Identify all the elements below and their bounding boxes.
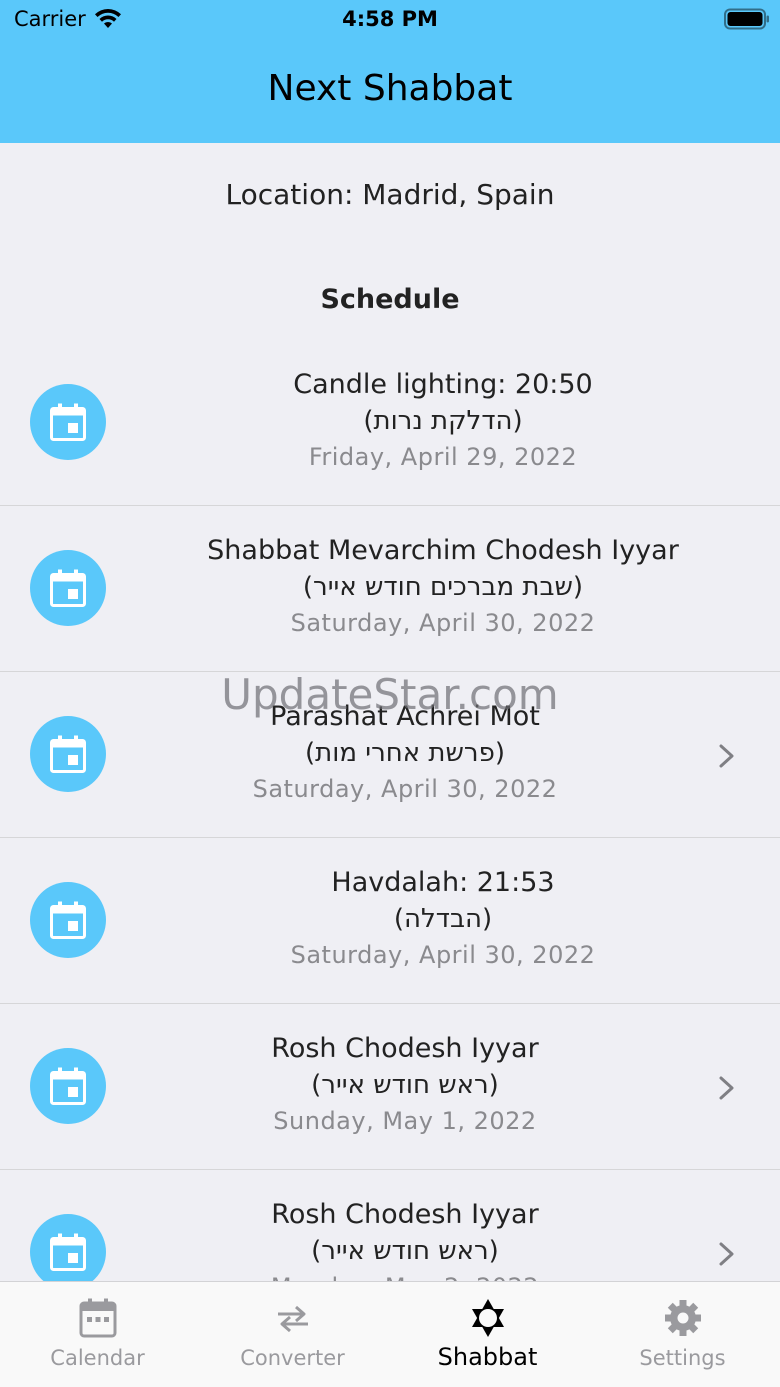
calendar-icon — [30, 1048, 106, 1124]
event-title: Parashat Achrei Mot — [270, 701, 540, 732]
event-title: Candle lighting: 20:50 — [293, 369, 593, 400]
schedule-list[interactable]: Candle lighting: 20:50 (הדלקת נרות) Frid… — [0, 340, 780, 1281]
chevron-right-icon[interactable] — [718, 1075, 736, 1101]
tab-settings[interactable]: Settings — [585, 1282, 780, 1387]
battery-icon — [724, 8, 769, 30]
gear-icon — [665, 1300, 701, 1336]
tab-shabbat[interactable]: Shabbat — [390, 1282, 585, 1387]
event-hebrew-title: (ראש חודש אייר) — [311, 1236, 499, 1266]
event-date: Saturday, April 30, 2022 — [290, 941, 596, 969]
event-title: Shabbat Mevarchim Chodesh Iyyar — [207, 535, 679, 566]
chevron-right-icon[interactable] — [718, 743, 736, 769]
navigation-header: Carrier 4:58 PM Next Shabbat — [0, 0, 780, 143]
event-hebrew-title: (שבת מברכים חודש אייר) — [302, 572, 584, 602]
schedule-row-candle-lighting: Candle lighting: 20:50 (הדלקת נרות) Frid… — [0, 340, 780, 506]
tab-label: Settings — [639, 1346, 726, 1370]
schedule-row-shabbat-mevarchim: Shabbat Mevarchim Chodesh Iyyar (שבת מבר… — [0, 506, 780, 672]
event-date: Monday, May 2, 2022 — [106, 1269, 704, 1281]
event-title: Rosh Chodesh Iyyar — [271, 1033, 539, 1064]
calendar-icon — [30, 1214, 106, 1281]
status-time: 4:58 PM — [342, 7, 438, 31]
event-hebrew-title: (הדלקת נרות) — [363, 406, 523, 436]
event-title: Havdalah: 21:53 — [331, 867, 555, 898]
event-hebrew-title: (פרשת אחרי מות) — [305, 738, 505, 768]
calendar-icon — [79, 1298, 117, 1338]
event-title: Rosh Chodesh Iyyar — [271, 1199, 539, 1230]
tab-label: Calendar — [50, 1346, 145, 1370]
event-hebrew-title: (הבדלה) — [393, 904, 493, 934]
tab-label: Shabbat — [437, 1343, 538, 1371]
calendar-icon — [30, 384, 106, 460]
calendar-icon — [30, 716, 106, 792]
chevron-right-icon[interactable] — [718, 1241, 736, 1267]
calendar-icon — [30, 882, 106, 958]
schedule-row-havdalah: Havdalah: 21:53 (הבדלה) Saturday, April … — [0, 838, 780, 1004]
tab-converter[interactable]: Converter — [195, 1282, 390, 1387]
event-date: Saturday, April 30, 2022 — [290, 609, 596, 637]
convert-arrows-icon — [278, 1305, 308, 1333]
page-title: Next Shabbat — [267, 68, 513, 109]
schedule-row-parashat[interactable]: Parashat Achrei Mot (פרשת אחרי מות) Satu… — [0, 672, 780, 838]
event-date: Saturday, April 30, 2022 — [252, 775, 558, 803]
schedule-row-rosh-chodesh[interactable]: Rosh Chodesh Iyyar (ראש חודש אייר) Sunda… — [0, 1004, 780, 1170]
schedule-heading: Schedule — [320, 284, 460, 315]
tab-label: Converter — [240, 1346, 345, 1370]
schedule-row-rosh-chodesh[interactable]: Rosh Chodesh Iyyar (ראש חודש אייר) Monda… — [0, 1170, 780, 1281]
event-date: Sunday, May 1, 2022 — [273, 1107, 537, 1135]
tab-bar: Calendar Converter Shabbat Settings — [0, 1281, 780, 1387]
location-label: Location: Madrid, Spain — [225, 178, 555, 211]
status-bar: Carrier 4:58 PM — [0, 0, 780, 40]
event-hebrew-title: (ראש חודש אייר) — [311, 1070, 499, 1100]
star-of-david-icon — [472, 1299, 504, 1337]
event-date: Friday, April 29, 2022 — [308, 443, 578, 471]
calendar-icon — [30, 550, 106, 626]
tab-calendar[interactable]: Calendar — [0, 1282, 195, 1387]
